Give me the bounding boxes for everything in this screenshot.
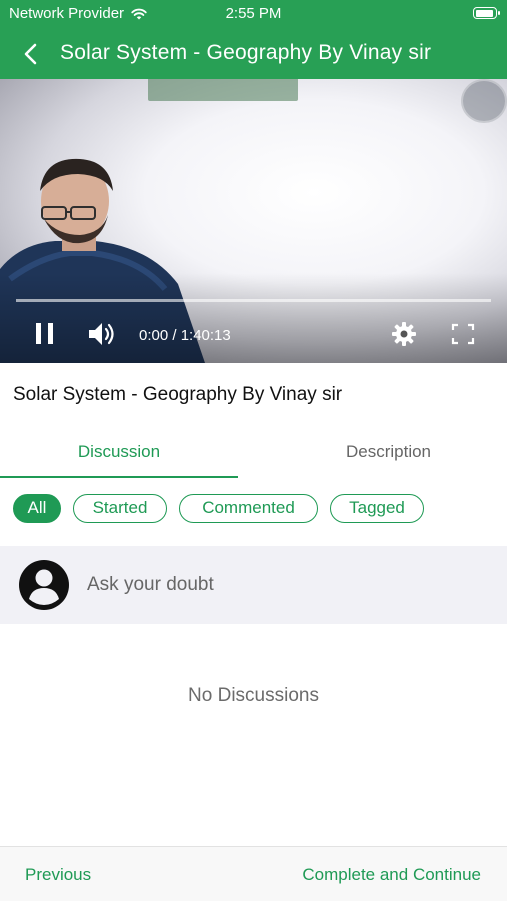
tab-bar: Discussion Description [0, 428, 507, 480]
board-label-graphic [148, 79, 298, 101]
battery-icon [473, 7, 500, 19]
video-time: 0:00 / 1:40:13 [139, 327, 231, 344]
previous-button[interactable]: Previous [25, 865, 91, 885]
nav-bar: Solar System - Geography By Vinay sir [0, 28, 507, 79]
user-avatar-icon [19, 560, 69, 610]
fullscreen-icon[interactable] [451, 323, 475, 345]
status-bar: Network Provider 2:55 PM [0, 0, 507, 28]
empty-state-label: No Discussions [188, 685, 319, 706]
filter-chip-started[interactable]: Started [73, 494, 167, 523]
status-time: 2:55 PM [225, 5, 282, 22]
nav-title: Solar System - Geography By Vinay sir [60, 41, 432, 64]
channel-logo-icon [461, 79, 507, 123]
chevron-left-icon[interactable] [18, 40, 46, 68]
ask-doubt-bar[interactable]: Ask your doubt [0, 546, 507, 624]
tab-description[interactable]: Description [270, 442, 507, 462]
tab-discussion[interactable]: Discussion [0, 442, 238, 462]
video-player[interactable]: 0:00 / 1:40:13 [0, 79, 507, 363]
complete-continue-button[interactable]: Complete and Continue [302, 865, 481, 885]
seek-bar[interactable] [16, 299, 491, 302]
settings-gear-icon[interactable] [391, 321, 417, 347]
active-tab-indicator [0, 476, 238, 478]
filter-chip-tagged[interactable]: Tagged [330, 494, 424, 523]
filter-chip-commented[interactable]: Commented [179, 494, 318, 523]
lesson-title: Solar System - Geography By Vinay sir [13, 384, 343, 405]
filter-chip-all[interactable]: All [13, 494, 61, 523]
footer-bar: Previous Complete and Continue [0, 846, 507, 901]
pause-icon[interactable] [35, 322, 55, 346]
ask-doubt-input[interactable]: Ask your doubt [87, 574, 214, 596]
volume-icon[interactable] [88, 321, 118, 347]
controls-shade [0, 273, 507, 363]
